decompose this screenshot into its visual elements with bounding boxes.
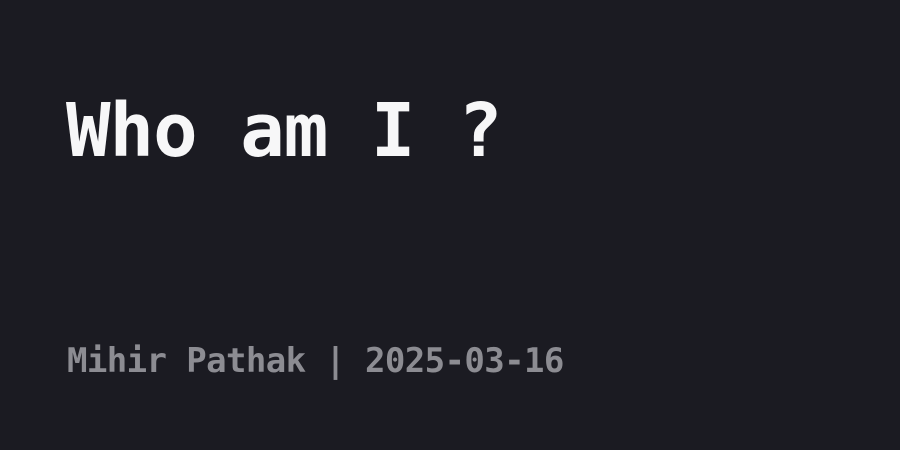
post-date: 2025-03-16 — [365, 341, 564, 381]
meta-separator: | — [305, 341, 366, 381]
post-meta: Mihir Pathak | 2025-03-16 — [67, 341, 564, 381]
author-name: Mihir Pathak — [67, 341, 306, 381]
page-title: Who am I ? — [66, 88, 503, 174]
post-card: Who am I ? Mihir Pathak | 2025-03-16 — [0, 0, 900, 450]
